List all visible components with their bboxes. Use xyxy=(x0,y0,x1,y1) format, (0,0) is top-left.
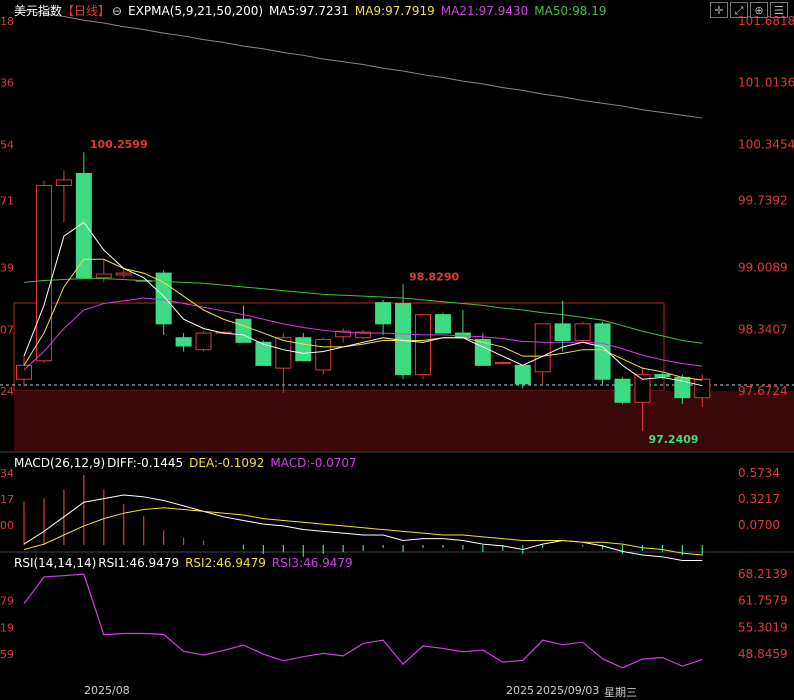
low-annotation: 97.2409 xyxy=(648,433,698,446)
candle xyxy=(235,318,252,343)
candle xyxy=(554,323,571,341)
high-annotation: 100.2599 xyxy=(90,138,148,151)
candle xyxy=(95,273,112,279)
left-tick-label: 24 xyxy=(0,385,14,398)
candle xyxy=(275,337,292,369)
candle xyxy=(494,362,511,365)
macd-left-tick: 00 xyxy=(0,519,14,532)
macd-label: MACD(26,12,9) xyxy=(14,456,106,470)
y-tick-label: 99.0089 xyxy=(738,261,788,275)
ema200-line xyxy=(23,9,703,119)
symbol-name: 美元指数 xyxy=(14,4,63,18)
y-tick-label: 98.3407 xyxy=(738,322,788,336)
ma5-value: MA5:97.7231 xyxy=(269,4,349,18)
x-label-date: 2025/09/03 xyxy=(536,684,600,697)
y-tick-label: 100.3454 xyxy=(738,137,794,151)
rsi-y-tick: 68.2139 xyxy=(738,567,788,581)
main-chart-header: 美元指数【日线】 ⊖ EXPMA(5,9,21,50,200) MA5:97.7231… xyxy=(14,2,613,20)
candle xyxy=(16,364,32,380)
ma21-value: MA21:97.9430 xyxy=(440,4,529,18)
chart-canvas[interactable]: 101.6818101.0136100.345499.739299.008998… xyxy=(0,0,794,700)
candle xyxy=(415,314,431,376)
candle xyxy=(514,364,531,385)
expma-label: EXPMA(5,9,21,50,200) xyxy=(128,4,264,18)
ma9-value: MA9:97.7919 xyxy=(354,4,435,18)
candle xyxy=(654,374,671,377)
macd-macd-value: MACD:-0.0707 xyxy=(270,456,357,470)
ma50-value: MA50:98.19 xyxy=(534,4,607,18)
macd-y-tick: 0.5734 xyxy=(738,466,780,480)
left-tick-label: 39 xyxy=(0,262,14,275)
macd-y-tick: 0.3217 xyxy=(738,492,780,506)
rsi-y-tick: 55.3019 xyxy=(738,620,788,634)
macd-left-tick: 17 xyxy=(0,493,14,506)
candle xyxy=(315,339,332,371)
candle xyxy=(614,378,631,403)
rsi-y-tick: 61.7579 xyxy=(738,594,788,608)
candle xyxy=(534,323,551,373)
left-tick-label: 54 xyxy=(0,138,14,151)
period-label[interactable]: 【日线】 xyxy=(62,4,110,18)
mid-annotation: 98.8290 xyxy=(409,270,459,283)
candle xyxy=(574,323,591,341)
window-controls: ✛ ⤢ ⊕ ☰ xyxy=(710,2,788,18)
candle xyxy=(694,378,711,399)
rsi-left-tick: 19 xyxy=(0,621,14,634)
circle-minus-icon[interactable]: ⊖ xyxy=(112,4,122,18)
candle xyxy=(295,337,312,362)
candle xyxy=(395,303,412,376)
y-tick-label: 101.0136 xyxy=(738,76,794,90)
x-label-weekday: 星期三 xyxy=(604,686,637,699)
macd-header: MACD(26,12,9) DIFF:-0.1445 DEA:-0.1092 MACD… xyxy=(14,454,363,472)
rsi-header: RSI(14,14,14) RSI1:46.9479 RSI2:46.9479 RSI… xyxy=(14,554,359,572)
zoom-icon[interactable]: ⊕ xyxy=(750,2,768,18)
macd-y-tick: 0.0700 xyxy=(738,518,780,532)
rsi1-value: RSI1:46.9479 xyxy=(98,556,180,570)
rsi-label: RSI(14,14,14) xyxy=(14,556,97,570)
rsi-left-tick: 59 xyxy=(0,648,14,661)
candle xyxy=(375,302,392,325)
rsi2-value: RSI2:46.9479 xyxy=(185,556,266,570)
rsi-y-tick: 48.8459 xyxy=(738,647,788,661)
menu-icon[interactable]: ☰ xyxy=(770,2,788,18)
left-tick-label: 36 xyxy=(0,77,14,90)
left-tick-label: 18 xyxy=(0,15,14,28)
macd-diff-value: DIFF:-0.1445 xyxy=(107,456,184,470)
x-label-left: 2025/08 xyxy=(84,684,130,697)
left-tick-label: 07 xyxy=(0,323,14,336)
macd-dea-value: DEA:-0.1092 xyxy=(189,456,265,470)
left-tick-label: 71 xyxy=(0,194,14,207)
candle xyxy=(35,184,52,362)
macd-left-tick: 34 xyxy=(0,467,14,480)
candle xyxy=(195,332,212,351)
candle xyxy=(55,179,72,186)
y-tick-label: 99.7392 xyxy=(738,193,788,207)
candle xyxy=(434,314,451,334)
rsi-line xyxy=(23,573,703,669)
rsi-left-tick: 79 xyxy=(0,595,14,608)
rsi3-value: RSI3:46.9479 xyxy=(271,556,353,570)
candle xyxy=(115,272,132,276)
candle xyxy=(175,337,192,347)
expand-icon[interactable]: ⤢ xyxy=(730,2,748,18)
crosshair-icon[interactable]: ✛ xyxy=(710,2,728,18)
x-label-year: 2025 xyxy=(506,684,534,697)
y-tick-label: 97.6724 xyxy=(738,384,788,398)
